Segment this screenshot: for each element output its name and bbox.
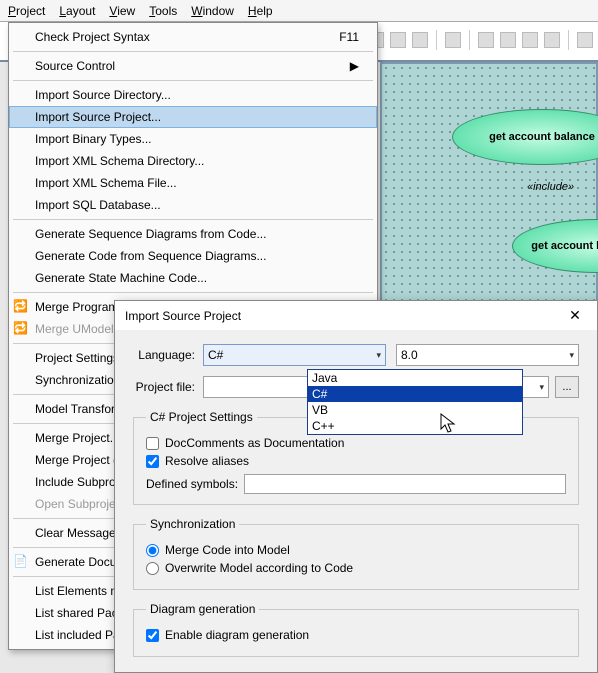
overwrite-model-label: Overwrite Model according to Code xyxy=(165,561,353,575)
toolbar-icon[interactable] xyxy=(390,32,406,48)
dialog-title: Import Source Project xyxy=(125,309,241,323)
synchronization-legend: Synchronization xyxy=(146,517,239,531)
lang-option-java[interactable]: Java xyxy=(308,370,522,386)
lang-option-cpp[interactable]: C++ xyxy=(308,418,522,434)
toolbar-icon[interactable] xyxy=(412,32,428,48)
lang-option-vb[interactable]: VB xyxy=(308,402,522,418)
menu-import-xml-schema-file[interactable]: Import XML Schema File... xyxy=(9,172,377,194)
menu-view[interactable]: View xyxy=(109,4,135,18)
include-label: «include» xyxy=(527,181,574,193)
merge-icon: 🔁 xyxy=(13,321,29,337)
dialog-titlebar: Import Source Project ✕ xyxy=(115,301,597,330)
merge-icon: 🔁 xyxy=(13,299,29,315)
toolbar-icon[interactable] xyxy=(445,32,461,48)
merge-code-label: Merge Code into Model xyxy=(165,543,290,557)
resolve-aliases-checkbox[interactable] xyxy=(146,455,159,468)
project-settings-legend: C# Project Settings xyxy=(146,410,257,424)
menu-window[interactable]: Window xyxy=(191,4,234,18)
language-label: Language: xyxy=(133,348,203,362)
menu-help[interactable]: Help xyxy=(248,4,273,18)
language-dropdown-list: Java C# VB C++ xyxy=(307,369,523,435)
toolbar-icon[interactable] xyxy=(544,32,560,48)
import-source-project-dialog: Import Source Project ✕ Language: C#▾ 8.… xyxy=(114,300,598,673)
diagram-generation-legend: Diagram generation xyxy=(146,602,259,616)
toolbar-icon[interactable] xyxy=(478,32,494,48)
toolbar-icon[interactable] xyxy=(500,32,516,48)
menu-import-source-directory[interactable]: Import Source Directory... xyxy=(9,84,377,106)
menu-generate-state-machine-code[interactable]: Generate State Machine Code... xyxy=(9,267,377,289)
menu-import-sql-database[interactable]: Import SQL Database... xyxy=(9,194,377,216)
diagram-generation-group: Diagram generation Enable diagram genera… xyxy=(133,602,579,657)
doccomments-label: DocComments as Documentation xyxy=(165,436,344,450)
menu-tools[interactable]: Tools xyxy=(149,4,177,18)
usecase-get-account-balance-sum[interactable]: get account balance sum xyxy=(512,219,598,273)
chevron-down-icon: ▾ xyxy=(376,350,381,361)
chevron-down-icon: ▾ xyxy=(539,382,544,393)
menu-check-syntax[interactable]: Check Project SyntaxF11 xyxy=(9,26,377,48)
enable-diagram-label: Enable diagram generation xyxy=(165,628,309,642)
toolbar-icon[interactable] xyxy=(522,32,538,48)
toolbar-icon[interactable] xyxy=(577,32,593,48)
menu-layout[interactable]: Layout xyxy=(59,4,95,18)
lang-option-csharp[interactable]: C# xyxy=(308,386,522,402)
defined-symbols-label: Defined symbols: xyxy=(146,477,238,491)
merge-code-radio[interactable] xyxy=(146,544,159,557)
doccomments-checkbox[interactable] xyxy=(146,437,159,450)
menu-generate-sequence-diagrams[interactable]: Generate Sequence Diagrams from Code... xyxy=(9,223,377,245)
overwrite-model-radio[interactable] xyxy=(146,562,159,575)
menu-project[interactable]: Project xyxy=(8,4,45,18)
menubar: Project Layout View Tools Window Help xyxy=(0,0,598,22)
browse-button[interactable]: ... xyxy=(555,376,579,398)
menu-import-xml-schema-directory[interactable]: Import XML Schema Directory... xyxy=(9,150,377,172)
submenu-arrow-icon: ▶ xyxy=(350,59,359,73)
document-icon: 📄 xyxy=(13,554,29,570)
menu-import-source-project[interactable]: Import Source Project... xyxy=(9,106,377,128)
usecase-get-account-balance[interactable]: get account balance xyxy=(452,109,598,165)
menu-import-binary-types[interactable]: Import Binary Types... xyxy=(9,128,377,150)
version-combo[interactable]: 8.0▾ xyxy=(396,344,579,366)
enable-diagram-checkbox[interactable] xyxy=(146,629,159,642)
chevron-down-icon: ▾ xyxy=(569,350,574,361)
menu-source-control[interactable]: Source Control▶ xyxy=(9,55,377,77)
menu-generate-code-from-sequence[interactable]: Generate Code from Sequence Diagrams... xyxy=(9,245,377,267)
synchronization-group: Synchronization Merge Code into Model Ov… xyxy=(133,517,579,590)
language-combo[interactable]: C#▾ xyxy=(203,344,386,366)
resolve-aliases-label: Resolve aliases xyxy=(165,454,249,468)
defined-symbols-input[interactable] xyxy=(244,474,566,494)
close-button[interactable]: ✕ xyxy=(563,307,587,324)
project-file-label: Project file: xyxy=(133,380,203,394)
